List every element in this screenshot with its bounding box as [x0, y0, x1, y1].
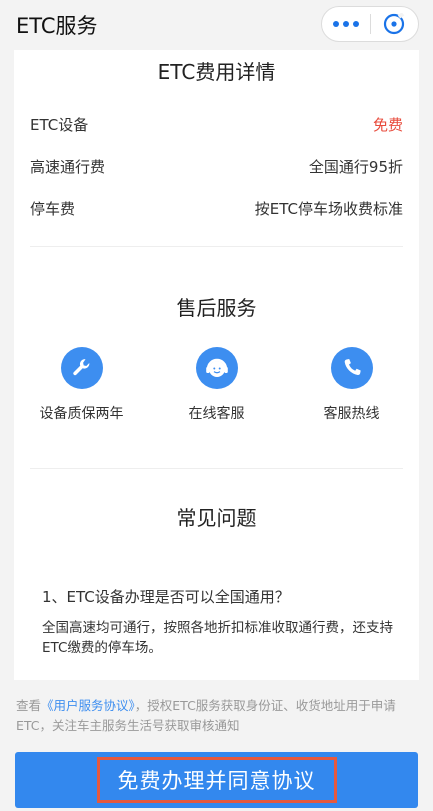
fee-row-device: ETC设备 免费	[30, 111, 403, 137]
close-button[interactable]	[371, 7, 419, 41]
service-item-hotline[interactable]: 客服热线	[284, 347, 419, 427]
fee-value: 按ETC停车场收费标准	[254, 199, 403, 218]
after-sales-title: 售后服务	[14, 292, 419, 321]
fee-value: 全国通行95折	[308, 157, 403, 176]
fee-label: 高速通行费	[30, 157, 106, 176]
fee-label: ETC设备	[30, 115, 89, 134]
more-button[interactable]	[322, 7, 370, 41]
fee-section-title: ETC费用详情	[14, 56, 419, 85]
divider	[30, 468, 403, 469]
service-item-online-support[interactable]: 在线客服	[149, 347, 284, 427]
content-card[interactable]: ETC费用详情 ETC设备 免费 高速通行费 全国通行95折 停车费 按ETC停…	[14, 50, 419, 680]
divider	[30, 246, 403, 247]
fee-row-toll: 高速通行费 全国通行95折	[30, 153, 403, 179]
service-label: 在线客服	[188, 406, 245, 422]
service-grid: 设备质保两年 在线客服 客服热线	[14, 347, 419, 427]
fee-row-parking: 停车费 按ETC停车场收费标准	[30, 195, 403, 221]
apply-free-button-label: 免费办理并同意协议	[96, 757, 337, 803]
fee-value: 免费	[372, 115, 403, 134]
phone-icon	[344, 359, 361, 376]
wrench-icon	[72, 359, 89, 376]
mini-program-capsule	[321, 6, 419, 42]
faq-answer: 全国高速均可通行，按照各地折扣标准收取通行费，还支持ETC缴费的停车场。	[42, 620, 393, 656]
service-label: 设备质保两年	[39, 406, 124, 422]
service-label: 客服热线	[323, 406, 380, 422]
apply-free-button[interactable]: 免费办理并同意协议	[15, 752, 418, 808]
close-circle-icon	[384, 13, 405, 35]
agreement-text: 查看《用户服务协议》，授权ETC服务获取身份证、收货地址用于申请ETC，关注车主…	[16, 698, 396, 733]
page-title: ETC服务	[16, 14, 98, 38]
customer-service-icon	[205, 358, 228, 377]
fee-label: 停车费	[30, 199, 76, 218]
user-agreement-link[interactable]: 《用户服务协议》	[41, 698, 135, 713]
more-dots-icon	[332, 21, 339, 27]
top-bar: ETC服务	[0, 0, 433, 50]
faq-question: 1、ETC设备办理是否可以全国通用？	[42, 588, 290, 606]
faq-title: 常见问题	[14, 502, 419, 531]
service-item-warranty[interactable]: 设备质保两年	[14, 347, 149, 427]
bottom-panel: 查看《用户服务协议》，授权ETC服务获取身份证、收货地址用于申请ETC，关注车主…	[0, 680, 433, 811]
